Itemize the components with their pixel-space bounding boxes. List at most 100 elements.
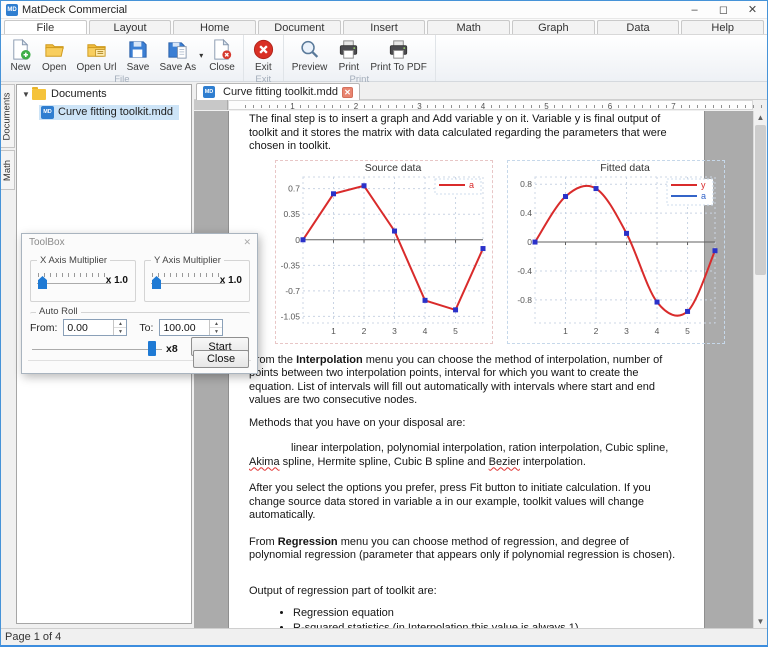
ruler-tick xyxy=(721,105,722,108)
chevron-down-icon[interactable]: ▼ xyxy=(22,90,32,99)
save-button[interactable]: Save xyxy=(121,37,154,74)
slider-track[interactable] xyxy=(37,283,111,284)
print-button[interactable]: Print xyxy=(332,37,365,74)
ruler-tick xyxy=(562,105,563,108)
print-to-pdf-button[interactable]: Print To PDF xyxy=(365,37,432,74)
text-segment: After you select the options you prefer,… xyxy=(249,482,651,521)
save-as-button[interactable]: Save As xyxy=(154,37,201,74)
toolbox-title[interactable]: ToolBox xyxy=(22,234,257,251)
ribbon-tab-help[interactable]: Help xyxy=(681,20,764,34)
speed-slider-track[interactable] xyxy=(32,349,162,350)
tab-close-icon[interactable]: ✕ xyxy=(342,87,353,98)
ribbon-tab-data[interactable]: Data xyxy=(597,20,680,34)
y-multiplier-slider-handle[interactable] xyxy=(152,276,161,289)
ruler-tick xyxy=(253,105,254,108)
tree-item-label: Curve fitting toolkit.mdd xyxy=(58,106,173,118)
text-segment: Regression xyxy=(278,536,338,548)
ribbon-tab-insert[interactable]: Insert xyxy=(343,20,426,34)
ribbon-tab-layout[interactable]: Layout xyxy=(89,20,172,34)
paragraph: From the Interpolation menu you can choo… xyxy=(249,354,682,408)
spin-down-icon[interactable]: ▼ xyxy=(210,328,222,335)
print-pdf-icon xyxy=(387,38,410,61)
svg-text:-0.7: -0.7 xyxy=(285,285,300,295)
ruler-tick xyxy=(332,105,333,108)
ruler-tick xyxy=(705,105,706,108)
maximize-button[interactable]: ◻ xyxy=(709,1,738,18)
ribbon-tab-document[interactable]: Document xyxy=(258,20,341,34)
svg-text:5: 5 xyxy=(685,326,690,336)
slider-track[interactable] xyxy=(151,283,225,284)
open-url-button[interactable]: Open Url xyxy=(71,37,121,74)
ruler-tick xyxy=(634,105,635,108)
ruler-tick xyxy=(578,105,579,108)
spin-up-icon[interactable]: ▲ xyxy=(114,320,126,328)
svg-text:5: 5 xyxy=(453,326,458,336)
chart-source-data[interactable]: 0.70.350-0.35-0.7-1.0512345Source dataa xyxy=(275,160,493,344)
speed-slider-handle[interactable] xyxy=(148,341,156,356)
scrollbar-thumb[interactable] xyxy=(755,125,766,275)
exit-button[interactable]: Exit xyxy=(247,37,280,74)
svg-text:1: 1 xyxy=(563,326,568,336)
print-label: Print xyxy=(339,62,360,73)
status-bar: Page 1 of 4 xyxy=(1,628,767,645)
page-viewport: The final step is to insert a graph and … xyxy=(194,111,753,628)
document-tab[interactable]: MD Curve fitting toolkit.mdd ✕ xyxy=(196,83,360,100)
ruler-tick xyxy=(650,105,651,108)
tree-item-row[interactable]: MD Curve fitting toolkit.mdd xyxy=(17,103,191,121)
ruler-corner xyxy=(194,100,228,110)
to-input[interactable] xyxy=(160,320,209,335)
ruler-tick xyxy=(435,105,436,108)
ruler-tick xyxy=(277,105,278,108)
scroll-down-icon[interactable]: ▼ xyxy=(754,615,767,628)
window-title: MatDeck Commercial xyxy=(22,4,127,16)
toolbox-close-icon[interactable]: ✕ xyxy=(243,237,251,248)
open-folder-icon xyxy=(43,38,66,61)
new-button[interactable]: New xyxy=(4,37,37,74)
page-content: The final step is to insert a graph and … xyxy=(229,111,704,628)
to-label: To: xyxy=(139,322,153,334)
dropdown-caret-icon[interactable]: ▾ xyxy=(199,51,203,60)
minimize-button[interactable]: – xyxy=(680,1,709,18)
tree-root-row[interactable]: ▼ Documents xyxy=(17,85,191,103)
document-area: MD Curve fitting toolkit.mdd ✕ 1234567 T… xyxy=(194,82,767,628)
close-button[interactable]: Close xyxy=(204,37,240,74)
side-tab-strip: Documents Math xyxy=(1,82,16,628)
text-segment: Akima xyxy=(249,456,280,468)
close-button[interactable]: ✕ xyxy=(738,1,767,18)
spin-down-icon[interactable]: ▼ xyxy=(114,328,126,335)
ruler-tick xyxy=(380,105,381,108)
side-tab-label: Math xyxy=(2,159,13,180)
ribbon-tab-math[interactable]: Math xyxy=(427,20,510,34)
x-multiplier-slider-handle[interactable] xyxy=(38,276,47,289)
ribbon-tab-home[interactable]: Home xyxy=(173,20,256,34)
toolbox-close-button[interactable]: Close xyxy=(193,350,249,368)
paragraph: The final step is to insert a graph and … xyxy=(249,113,682,154)
ruler-number: 6 xyxy=(608,102,612,111)
from-input[interactable] xyxy=(64,320,113,335)
side-tab-documents[interactable]: Documents xyxy=(1,84,15,148)
svg-text:y: y xyxy=(701,180,706,190)
tree-item-selected[interactable]: MD Curve fitting toolkit.mdd xyxy=(39,105,179,120)
spin-up-icon[interactable]: ▲ xyxy=(210,320,222,328)
app-window: MD MatDeck Commercial – ◻ ✕ FileLayoutHo… xyxy=(0,0,768,647)
open-button[interactable]: Open xyxy=(37,37,71,74)
ruler-tick xyxy=(681,105,682,108)
app-logo-icon: MD xyxy=(6,4,18,16)
ruler-tick xyxy=(554,105,555,108)
ribbon-toolbar: NewOpenOpen UrlSaveSave As▾CloseFileExit… xyxy=(1,35,767,82)
vertical-scrollbar[interactable]: ▲ ▼ xyxy=(753,111,767,628)
svg-text:0.8: 0.8 xyxy=(520,179,532,189)
ruler-number: 4 xyxy=(481,102,485,111)
paragraph: Methods that you have on your disposal a… xyxy=(249,417,682,431)
chart-fitted-data[interactable]: 0.80.40-0.4-0.812345Fitted dataya xyxy=(507,160,725,344)
ribbon-tab-graph[interactable]: Graph xyxy=(512,20,595,34)
side-tab-math[interactable]: Math xyxy=(1,150,15,190)
new-document-icon xyxy=(9,38,32,61)
ruler-tick xyxy=(515,105,516,108)
ruler-tick xyxy=(443,105,444,108)
ruler-tick xyxy=(618,105,619,108)
preview-button[interactable]: Preview xyxy=(287,37,333,74)
scroll-up-icon[interactable]: ▲ xyxy=(754,111,767,124)
ruler-tick xyxy=(753,105,754,108)
ribbon-tab-file[interactable]: File xyxy=(4,20,87,34)
